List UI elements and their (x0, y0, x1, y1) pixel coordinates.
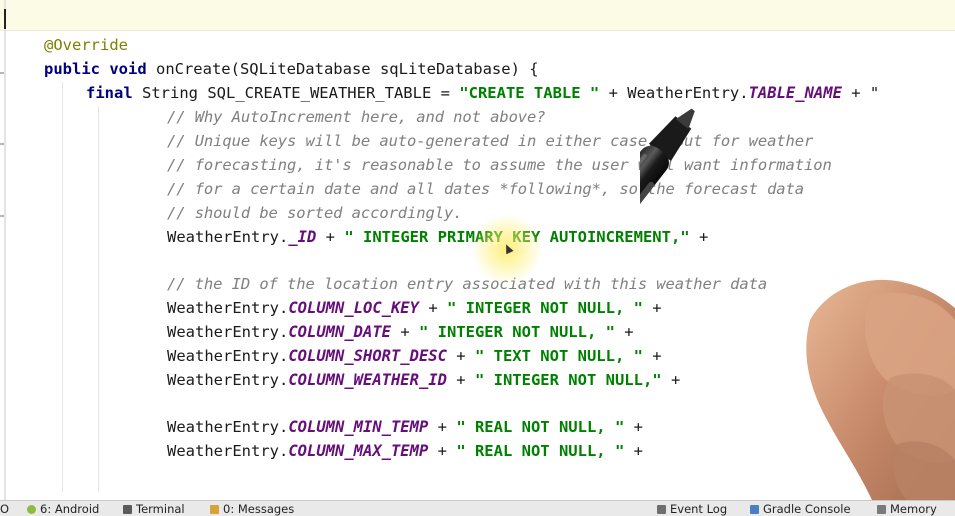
code-line[interactable]: public void onCreate(SQLiteDatabase sqLi… (44, 57, 539, 81)
code-token: " INTEGER NOT NULL, " (418, 323, 615, 341)
code-token: + " (841, 84, 880, 102)
code-token: // the ID of the location entry associat… (167, 275, 768, 293)
code-token: " REAL NOT NULL, " (456, 442, 625, 460)
code-token: @Override (44, 36, 128, 54)
code-token: WeatherEntry. (167, 347, 289, 365)
code-token: + (614, 323, 634, 341)
code-token: + (418, 299, 447, 317)
code-token: public void (44, 60, 156, 78)
code-token: // forecasting, it's reasonable to assum… (167, 156, 832, 174)
code-token: + (446, 347, 475, 365)
event-log-label: Event Log (670, 502, 728, 516)
code-token: COLUMN_LOC_KEY (288, 299, 419, 317)
memory-label: Memory (890, 502, 937, 516)
code-token: + (428, 442, 457, 460)
code-token: WeatherEntry. (167, 418, 289, 436)
code-line[interactable]: // Unique keys will be auto-generated in… (167, 129, 813, 153)
code-token: onCreate(SQLiteDatabase sqLiteDatabase) … (155, 60, 539, 78)
status-partial-label: O (0, 502, 10, 516)
code-line[interactable]: // forecasting, it's reasonable to assum… (167, 153, 832, 177)
code-token: + (661, 371, 681, 389)
indent-guide (98, 106, 99, 492)
code-token: + (624, 442, 643, 460)
event-log-button[interactable]: Event Log (657, 502, 727, 516)
code-line[interactable]: WeatherEntry.COLUMN_MAX_TEMP + " REAL NO… (167, 439, 643, 463)
status-partial-item[interactable]: O (0, 502, 9, 516)
code-line[interactable]: WeatherEntry.COLUMN_WEATHER_ID + " INTEG… (167, 368, 680, 392)
tool-tab-android-label: 6: Android (40, 502, 100, 516)
tool-tab-terminal[interactable]: Terminal (123, 502, 185, 516)
code-line[interactable]: WeatherEntry._ID + " INTEGER PRIMARY KEY… (167, 225, 708, 249)
code-token: + WeatherEntry. (599, 84, 749, 102)
gutter-marker (0, 72, 4, 74)
gutter-marker (0, 143, 4, 145)
gradle-console-label: Gradle Console (763, 502, 851, 516)
code-token: + (624, 418, 643, 436)
code-token: _ID (288, 228, 317, 246)
code-token: String SQL_CREATE_WEATHER_TABLE = (142, 84, 460, 102)
tool-tab-messages-label: 0: Messages (223, 502, 295, 516)
code-line[interactable]: @Override (44, 33, 128, 57)
gutter-marker (0, 215, 4, 217)
code-token: + (689, 228, 709, 246)
code-token: + (642, 299, 662, 317)
code-line[interactable]: // for a certain date and all dates *fol… (167, 177, 804, 201)
code-line[interactable]: WeatherEntry.COLUMN_MIN_TEMP + " REAL NO… (167, 415, 643, 439)
code-line[interactable]: WeatherEntry.COLUMN_LOC_KEY + " INTEGER … (167, 296, 662, 320)
editor-gutter (4, 0, 6, 500)
code-token: WeatherEntry. (167, 442, 289, 460)
code-token: WeatherEntry. (167, 299, 289, 317)
android-icon (27, 504, 36, 514)
memory-indicator[interactable]: Memory (877, 502, 937, 516)
code-token: // Unique keys will be auto-generated in… (167, 132, 814, 150)
code-token: WeatherEntry. (167, 323, 289, 341)
code-line[interactable]: // Why AutoIncrement here, and not above… (167, 105, 546, 129)
code-line[interactable]: WeatherEntry.COLUMN_SHORT_DESC + " TEXT … (167, 344, 662, 368)
event-log-icon (657, 504, 666, 514)
code-token: + (642, 347, 662, 365)
code-token: COLUMN_SHORT_DESC (288, 347, 447, 365)
code-token: // should be sorted accordingly. (167, 204, 463, 222)
code-token: " INTEGER PRIMARY KEY AUTOINCREMENT," (344, 228, 690, 246)
code-token: " INTEGER NOT NULL," (474, 371, 662, 389)
code-token: + (446, 371, 475, 389)
current-line-highlight (0, 0, 955, 31)
tool-tab-android[interactable]: 6: Android (27, 502, 99, 516)
code-token: " REAL NOT NULL, " (456, 418, 625, 436)
code-editor[interactable]: @Override public void onCreate(SQLiteData… (0, 0, 955, 500)
code-token: WeatherEntry. (167, 228, 289, 246)
code-token: "CREATE TABLE " (459, 84, 600, 102)
gradle-icon (750, 504, 759, 514)
code-token: COLUMN_DATE (288, 323, 391, 341)
code-token: + (316, 228, 345, 246)
code-token: + (428, 418, 457, 436)
code-token: " INTEGER NOT NULL, " (446, 299, 643, 317)
code-token: " TEXT NOT NULL, " (474, 347, 643, 365)
tool-tab-messages[interactable]: 0: Messages (210, 502, 294, 516)
code-token: + (390, 323, 419, 341)
code-token: COLUMN_MAX_TEMP (288, 442, 429, 460)
code-token: final (86, 84, 142, 102)
memory-icon (877, 504, 886, 514)
code-token: TABLE_NAME (748, 84, 842, 102)
indent-guide (62, 82, 63, 492)
messages-icon (210, 504, 219, 514)
terminal-icon (123, 504, 132, 514)
text-caret (4, 9, 6, 29)
code-line[interactable]: // should be sorted accordingly. (167, 201, 463, 225)
code-token: COLUMN_WEATHER_ID (288, 371, 447, 389)
tool-tab-terminal-label: Terminal (136, 502, 185, 516)
code-line[interactable]: WeatherEntry.COLUMN_DATE + " INTEGER NOT… (167, 320, 634, 344)
code-token: // for a certain date and all dates *fol… (167, 180, 804, 198)
status-bar: O 6: Android Terminal 0: Messages Event … (0, 500, 955, 516)
code-line[interactable]: // the ID of the location entry associat… (167, 272, 767, 296)
gradle-console-button[interactable]: Gradle Console (750, 502, 851, 516)
code-token: // Why AutoIncrement here, and not above… (167, 108, 546, 126)
code-token: WeatherEntry. (167, 371, 289, 389)
code-line[interactable]: final String SQL_CREATE_WEATHER_TABLE = … (86, 81, 879, 105)
code-token: COLUMN_MIN_TEMP (288, 418, 429, 436)
